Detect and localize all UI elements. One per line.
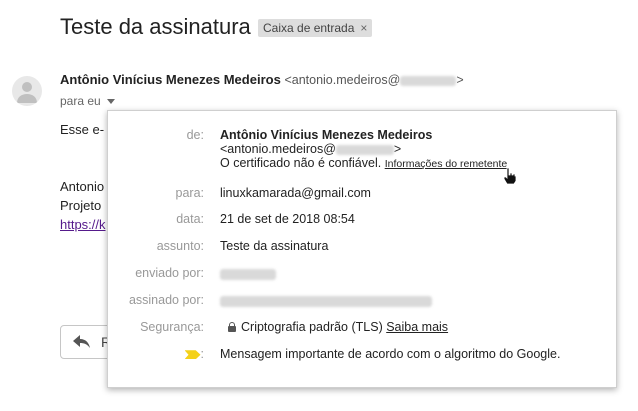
from-email-suffix: > (393, 142, 402, 156)
importance-label: : (184, 347, 204, 361)
to-line-text: para eu (60, 94, 101, 108)
from-value: Antônio Vinícius Menezes Medeiros <anton… (220, 128, 507, 170)
security-text: Criptografia padrão (TLS) (241, 320, 383, 334)
mailed-by-label: enviado por: (135, 266, 204, 280)
body-signature-name: Antonio (60, 179, 105, 194)
sender-email: <antonio.medeiros@ > (284, 73, 463, 87)
untrusted-certificate-text: O certificado não é confiável. (220, 156, 382, 170)
from-label: de: (186, 128, 204, 142)
importance-colon: : (200, 347, 204, 361)
subject-label: assunto: (156, 239, 204, 253)
redacted-domain (400, 75, 457, 86)
mailed-by-value (220, 266, 276, 281)
sender-line: Antônio Vinícius Menezes Medeiros <anton… (60, 72, 464, 87)
body-text-line: Esse e- (60, 122, 105, 137)
sender-info-link[interactable]: Informações do remetente (385, 158, 508, 170)
inbox-label-chip[interactable]: Caixa de entrada × (258, 19, 373, 37)
sender-name: Antônio Vinícius Menezes Medeiros (60, 72, 281, 87)
date-label: data: (176, 212, 204, 226)
sender-email-prefix: <antonio.medeiros@ (284, 73, 401, 87)
from-email-prefix: <antonio.medeiros@ (220, 142, 336, 156)
redacted-domain (335, 144, 394, 155)
to-label: para: (175, 186, 205, 200)
remove-label-icon[interactable]: × (360, 19, 367, 37)
to-value: linuxkamarada@gmail.com (220, 186, 371, 200)
inbox-label-text: Caixa de entrada (263, 21, 355, 35)
security-value: Criptografia padrão (TLS) Saiba mais (228, 320, 448, 334)
lock-icon (228, 322, 236, 332)
chevron-down-icon[interactable] (106, 99, 115, 104)
subject-value: Teste da assinatura (220, 239, 329, 253)
message-details-popup: de: Antônio Vinícius Menezes Medeiros <a… (107, 110, 617, 388)
reply-icon (73, 335, 90, 348)
date-value: 21 de set de 2018 08:54 (220, 212, 355, 226)
signed-by-value (220, 293, 432, 308)
sender-email-suffix: > (456, 73, 464, 87)
recipient-details-toggle[interactable]: para eu (60, 94, 115, 108)
signed-by-label: assinado por: (128, 293, 204, 307)
email-subject: Teste da assinatura (60, 14, 251, 39)
security-label: Segurança: (140, 320, 204, 334)
learn-more-link[interactable]: Saiba mais (386, 320, 448, 334)
redacted-mailed-by (220, 269, 276, 281)
body-signature-project: Projeto (60, 198, 102, 213)
importance-marker-icon (184, 350, 201, 360)
importance-text: Mensagem importante de acordo com o algo… (220, 347, 561, 361)
sender-avatar (12, 76, 42, 106)
person-icon (17, 82, 37, 103)
redacted-signed-by (220, 296, 432, 308)
from-name: Antônio Vinícius Menezes Medeiros (220, 128, 433, 142)
email-view: Teste da assinatura Caixa de entrada × A… (0, 0, 638, 411)
body-signature-link[interactable]: https://k (60, 217, 106, 232)
hand-cursor-icon (503, 167, 517, 185)
